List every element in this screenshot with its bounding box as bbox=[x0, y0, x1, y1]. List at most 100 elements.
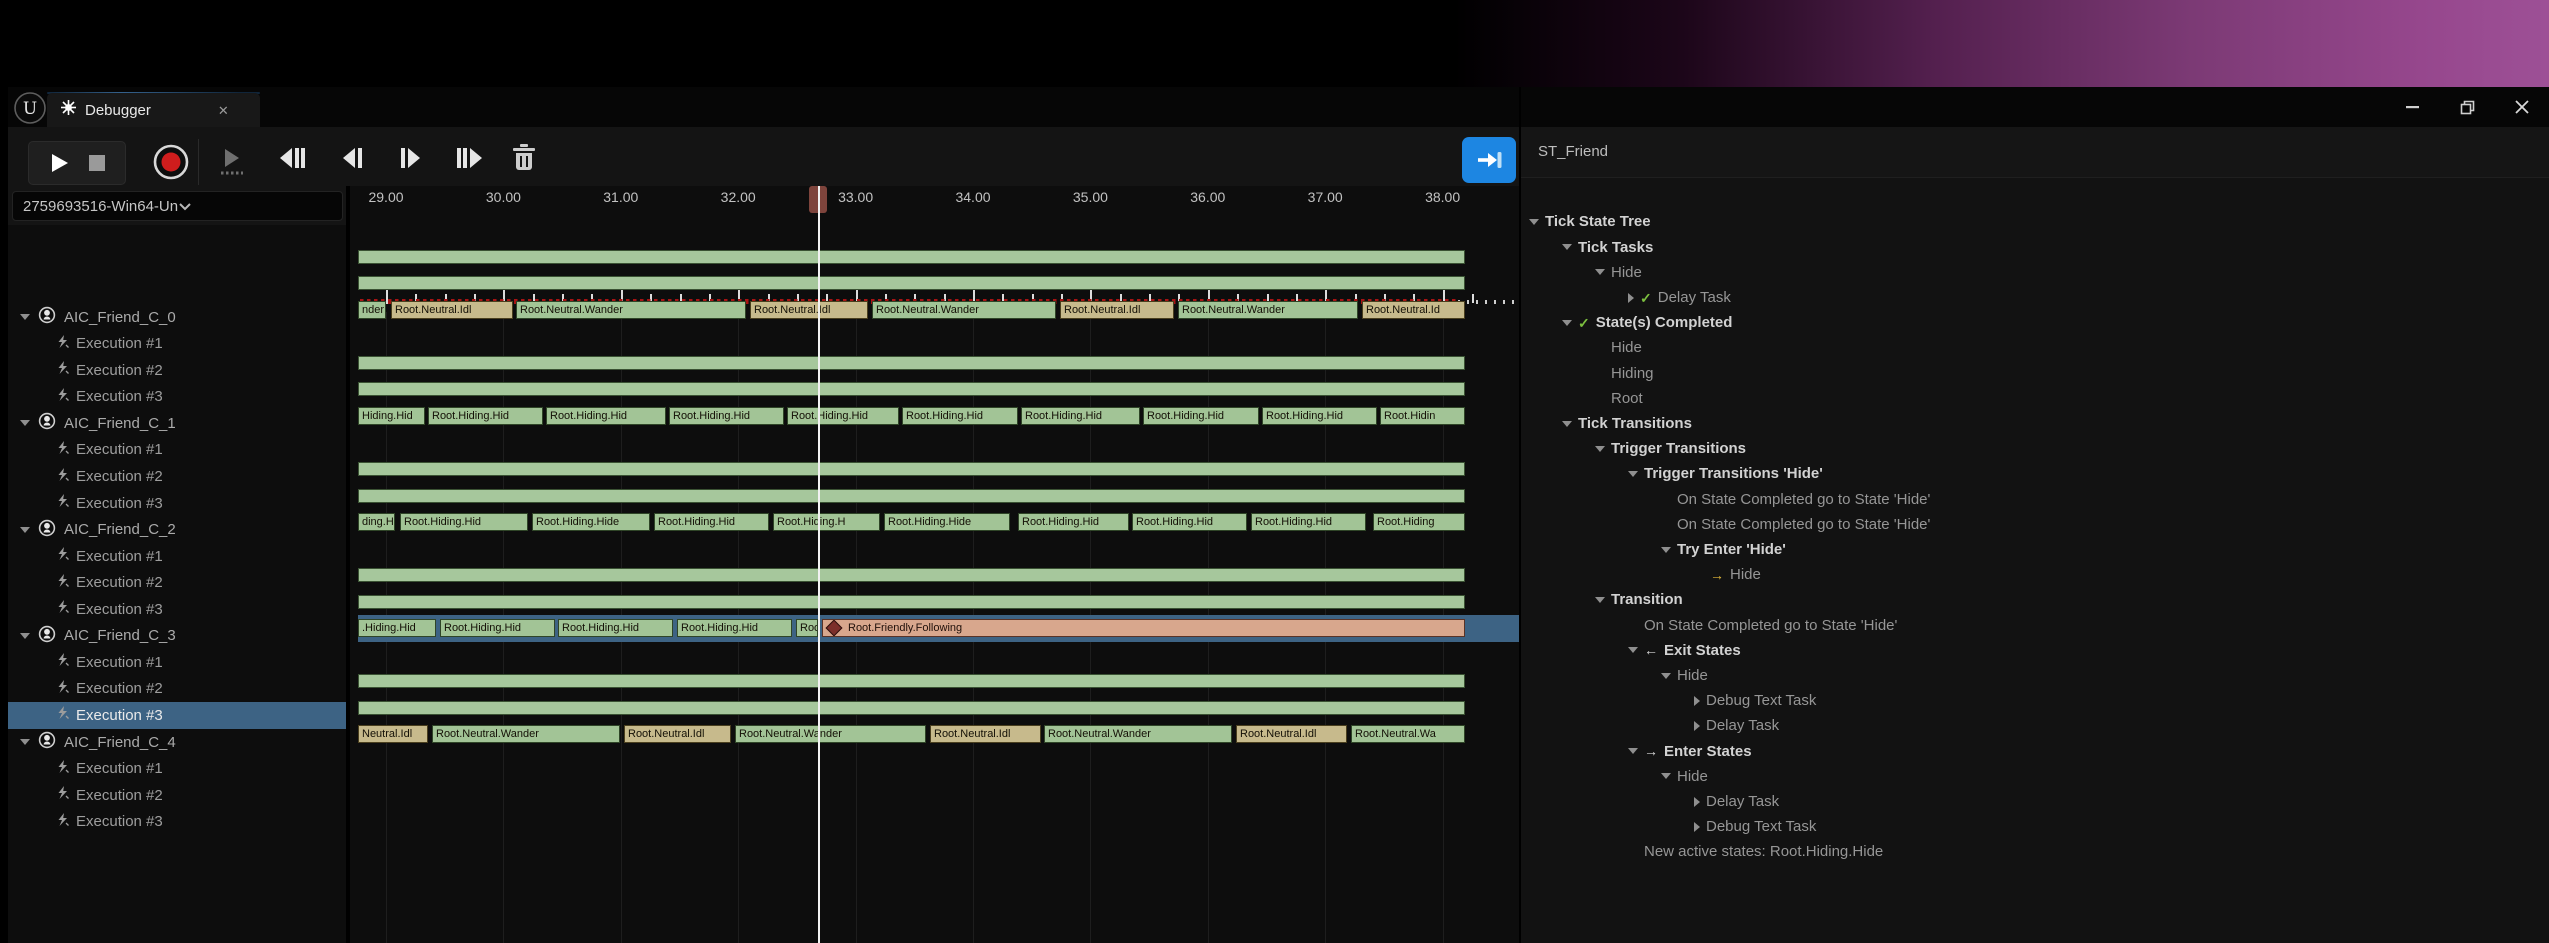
delete-tracks-button[interactable] bbox=[512, 144, 536, 171]
execution-row[interactable]: Execution #3 bbox=[8, 808, 394, 835]
expander-down-icon[interactable] bbox=[20, 739, 30, 745]
tree-group-row[interactable]: AIC_Friend_C_1 bbox=[8, 410, 358, 437]
state-segment[interactable]: Root.Neutral.Id bbox=[1362, 301, 1465, 319]
details-row[interactable]: Transition bbox=[1521, 587, 2549, 612]
details-row[interactable]: Delay Task bbox=[1521, 789, 2549, 814]
execution-row[interactable]: Execution #2 bbox=[8, 782, 394, 809]
state-segment[interactable]: Root.Hiding.Hid bbox=[1262, 407, 1377, 425]
state-segment[interactable]: Root.Neutral.Wander bbox=[516, 301, 746, 319]
state-segment[interactable]: Root.Hiding.Hide bbox=[884, 513, 1010, 531]
state-segment[interactable]: Root.Hiding.Hid bbox=[1143, 407, 1259, 425]
details-row[interactable]: Try Enter 'Hide' bbox=[1521, 537, 2549, 562]
execution-row[interactable]: Execution #1 bbox=[8, 436, 394, 463]
execution-row[interactable]: Execution #3 bbox=[8, 490, 394, 517]
details-row[interactable]: Hide bbox=[1521, 663, 2549, 688]
state-segment[interactable]: Root.Neutral.Wander bbox=[735, 725, 926, 743]
details-row[interactable]: Tick Tasks bbox=[1521, 235, 2549, 260]
minimize-button[interactable] bbox=[2395, 93, 2429, 121]
playhead-line[interactable] bbox=[818, 186, 820, 943]
expander-down-icon[interactable] bbox=[1562, 244, 1572, 250]
details-row[interactable]: →Enter States bbox=[1521, 739, 2549, 764]
state-segment[interactable]: Root.Hiding.Hid bbox=[440, 619, 555, 637]
expander-down-icon[interactable] bbox=[1595, 269, 1605, 275]
close-button[interactable] bbox=[2505, 93, 2539, 121]
play-button[interactable] bbox=[49, 152, 69, 174]
expander-down-icon[interactable] bbox=[20, 633, 30, 639]
state-segment[interactable]: Root.Neutral.Idl bbox=[1060, 301, 1174, 319]
state-segment[interactable]: Root.Hiding.Hid bbox=[1021, 407, 1140, 425]
details-row[interactable]: →Hide bbox=[1521, 562, 2549, 587]
details-row[interactable]: ✓State(s) Completed bbox=[1521, 310, 2549, 335]
state-segment[interactable]: Root.Hiding.Hid bbox=[902, 407, 1018, 425]
expander-down-icon[interactable] bbox=[1628, 647, 1638, 653]
details-row[interactable]: Debug Text Task bbox=[1521, 814, 2549, 839]
expander-right-icon[interactable] bbox=[1694, 797, 1700, 807]
details-row[interactable]: Debug Text Task bbox=[1521, 688, 2549, 713]
state-activity-bar[interactable] bbox=[358, 674, 1465, 688]
expander-down-icon[interactable] bbox=[1595, 597, 1605, 603]
state-segment[interactable]: Root.Hiding.Hid bbox=[1132, 513, 1247, 531]
expander-down-icon[interactable] bbox=[20, 314, 30, 320]
details-row[interactable]: Tick State Tree bbox=[1521, 209, 2549, 234]
expander-right-icon[interactable] bbox=[1694, 696, 1700, 706]
execution-row[interactable]: Execution #3 bbox=[8, 383, 394, 410]
details-row[interactable]: Hide bbox=[1521, 764, 2549, 789]
state-segment[interactable]: Root.Neutral.Wa bbox=[1351, 725, 1465, 743]
state-segment[interactable]: Root.Neutral.Wander bbox=[1044, 725, 1232, 743]
execution-row[interactable]: Execution #1 bbox=[8, 330, 394, 357]
tree-group-row[interactable]: AIC_Friend_C_3 bbox=[8, 622, 358, 649]
state-activity-bar[interactable] bbox=[358, 356, 1465, 370]
state-segment[interactable]: Root.Neutral.Wander bbox=[872, 301, 1056, 319]
state-activity-bar[interactable] bbox=[358, 276, 1465, 290]
expander-down-icon[interactable] bbox=[1628, 748, 1638, 754]
record-button[interactable] bbox=[152, 143, 190, 181]
state-activity-bar[interactable] bbox=[358, 595, 1465, 609]
state-segment[interactable]: Root.Friendly.Following bbox=[822, 619, 1465, 637]
tree-group-row[interactable]: AIC_Friend_C_4 bbox=[8, 729, 358, 756]
expander-down-icon[interactable] bbox=[1562, 320, 1572, 326]
state-activity-bar[interactable] bbox=[358, 462, 1465, 476]
details-row[interactable]: On State Completed go to State 'Hide' bbox=[1521, 613, 2549, 638]
session-dropdown[interactable]: 2759693516-Win64-UnrealEditor-Dev bbox=[12, 191, 343, 221]
state-segment[interactable]: Root.Neutral.Idl bbox=[750, 301, 868, 319]
state-segment[interactable]: Root.Neutral.Idl bbox=[1236, 725, 1347, 743]
tree-group-row[interactable]: AIC_Friend_C_2 bbox=[8, 516, 358, 543]
tab-close-icon[interactable]: ✕ bbox=[218, 104, 229, 117]
state-segment[interactable]: Root.Hiding.Hid bbox=[677, 619, 792, 637]
expander-down-icon[interactable] bbox=[1628, 471, 1638, 477]
state-segment[interactable]: Root.Hiding.H bbox=[773, 513, 880, 531]
stop-button[interactable] bbox=[89, 155, 105, 171]
state-segment[interactable]: Root.Hiding bbox=[1373, 513, 1465, 531]
restore-button[interactable] bbox=[2450, 93, 2484, 121]
previous-frame-button[interactable] bbox=[341, 147, 363, 169]
details-row[interactable]: Hide bbox=[1521, 260, 2549, 285]
details-row[interactable]: Trigger Transitions bbox=[1521, 436, 2549, 461]
previous-frame-group-button[interactable] bbox=[278, 147, 306, 169]
details-row[interactable]: Delay Task bbox=[1521, 713, 2549, 738]
expander-down-icon[interactable] bbox=[1529, 219, 1539, 225]
state-activity-bar[interactable] bbox=[358, 489, 1465, 503]
state-segment[interactable]: Root.Neutral.Idl bbox=[391, 301, 513, 319]
state-segment[interactable]: Root.Hiding.Hid bbox=[400, 513, 528, 531]
state-activity-bar[interactable] bbox=[358, 568, 1465, 582]
details-row[interactable]: On State Completed go to State 'Hide' bbox=[1521, 512, 2549, 537]
execution-row[interactable]: Execution #2 bbox=[8, 569, 394, 596]
timeline-panel[interactable]: 29.0030.0031.0032.0033.0034.0035.0036.00… bbox=[350, 186, 1519, 943]
details-row[interactable]: Tick Transitions bbox=[1521, 411, 2549, 436]
tab-debugger[interactable]: Debugger ✕ bbox=[47, 93, 260, 127]
state-segment[interactable]: Root.Hiding.Hid bbox=[558, 619, 673, 637]
details-row[interactable]: New active states: Root.Hiding.Hide bbox=[1521, 839, 2549, 864]
details-row[interactable]: ✓Delay Task bbox=[1521, 285, 2549, 310]
state-segment[interactable]: Neutral.Idl bbox=[358, 725, 428, 743]
state-segment[interactable]: nder bbox=[358, 301, 386, 319]
step-forward-ruler-button[interactable] bbox=[218, 147, 246, 177]
expander-right-icon[interactable] bbox=[1694, 822, 1700, 832]
expander-down-icon[interactable] bbox=[1562, 421, 1572, 427]
state-segment[interactable]: Root.Hiding.Hide bbox=[532, 513, 650, 531]
state-segment[interactable]: Roo bbox=[796, 619, 818, 637]
state-segment[interactable]: .Hiding.Hid bbox=[358, 619, 436, 637]
expander-down-icon[interactable] bbox=[1661, 673, 1671, 679]
expander-down-icon[interactable] bbox=[1661, 773, 1671, 779]
details-row[interactable]: On State Completed go to State 'Hide' bbox=[1521, 487, 2549, 512]
state-segment[interactable]: Root.Hiding.Hid bbox=[787, 407, 899, 425]
